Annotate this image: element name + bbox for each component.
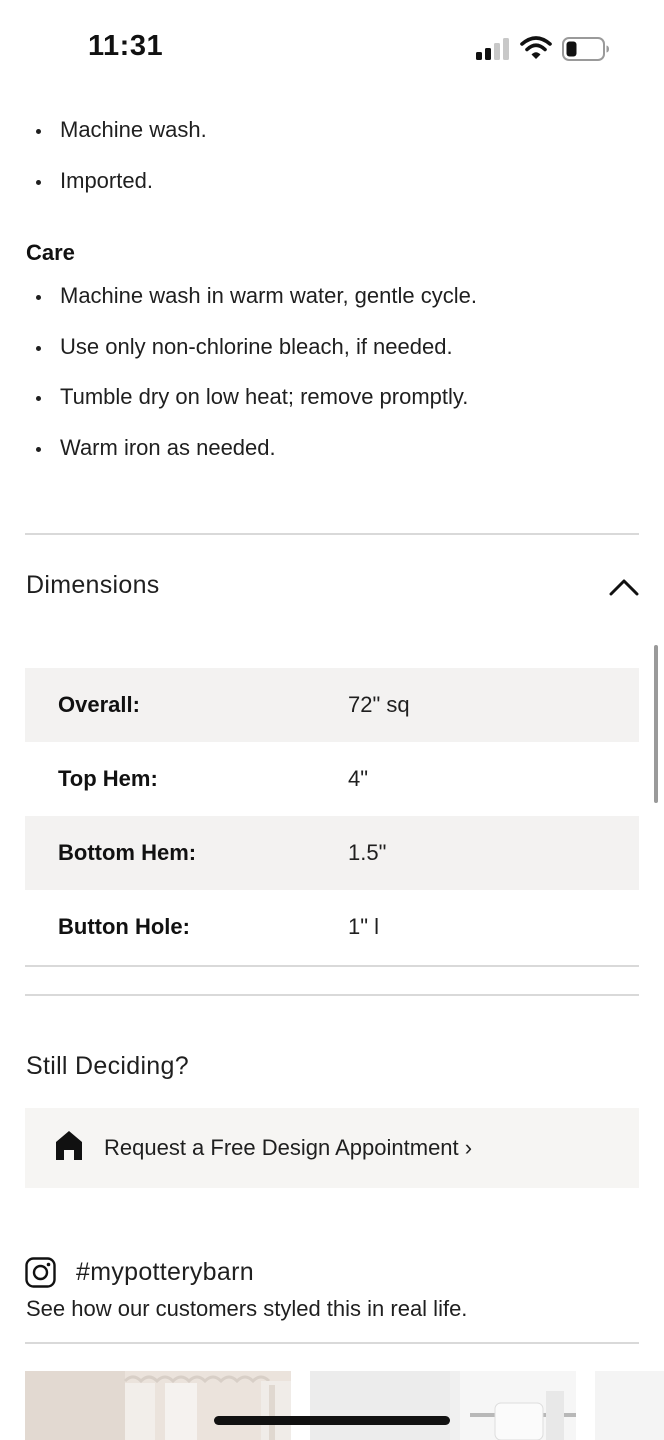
table-divider	[25, 965, 639, 967]
bullet-dot	[36, 396, 41, 401]
dimension-value: 1" l	[348, 914, 380, 939]
instagram-hashtag[interactable]: #mypotterybarn	[76, 1258, 254, 1287]
chevron-up-icon[interactable]	[608, 574, 640, 598]
bullet-dot	[36, 447, 41, 452]
dimension-label: Bottom Hem:	[58, 840, 197, 865]
instagram-subtitle: See how our customers styled this in rea…	[26, 1296, 468, 1321]
battery-icon	[562, 37, 609, 61]
bullet-dot	[36, 129, 41, 134]
list-item-text: Machine wash in warm water, gentle cycle…	[60, 283, 477, 308]
section-divider	[25, 1342, 639, 1344]
list-item-text: Machine wash.	[60, 117, 207, 142]
bathroom-photo	[310, 1371, 576, 1440]
list-item: Tumble dry on low heat; remove promptly.	[26, 384, 468, 410]
bullet-dot	[36, 180, 41, 185]
table-row: Overall: 72" sq	[25, 668, 639, 742]
status-time: 11:31	[88, 30, 164, 62]
dimension-label: Top Hem:	[58, 766, 158, 791]
list-item-text: Use only non-chlorine bleach, if needed.	[60, 334, 453, 359]
customer-photo-thumbnail[interactable]	[25, 1371, 291, 1440]
signal-icon	[476, 38, 509, 60]
list-item: Imported.	[26, 168, 153, 194]
table-row: Bottom Hem: 1.5"	[25, 816, 639, 890]
customer-photo-thumbnail[interactable]	[595, 1371, 664, 1440]
customer-photo-thumbnail[interactable]	[310, 1371, 576, 1440]
table-row: Top Hem: 4"	[25, 742, 639, 816]
still-deciding-title: Still Deciding?	[26, 1052, 189, 1080]
home-indicator[interactable]	[214, 1416, 450, 1425]
dimension-value: 1.5"	[348, 840, 387, 865]
shower-curtain-photo	[25, 1371, 291, 1440]
care-heading: Care	[26, 240, 75, 265]
table-row: Button Hole: 1" l	[25, 890, 639, 964]
dimension-label: Overall:	[58, 692, 140, 717]
list-item-text: Warm iron as needed.	[60, 435, 276, 460]
section-divider	[25, 533, 639, 535]
list-item: Machine wash in warm water, gentle cycle…	[26, 283, 477, 309]
wifi-icon	[520, 36, 552, 59]
list-item-text: Tumble dry on low heat; remove promptly.	[60, 384, 469, 409]
scrollbar[interactable]	[654, 645, 658, 803]
bullet-dot	[36, 346, 41, 351]
list-item: Machine wash.	[26, 117, 207, 143]
dimension-value: 72" sq	[348, 692, 410, 717]
design-appointment-button[interactable]: Request a Free Design Appointment ›	[25, 1108, 639, 1188]
instagram-icon	[25, 1257, 56, 1288]
dimension-value: 4"	[348, 766, 369, 791]
design-appointment-link[interactable]: Request a Free Design Appointment ›	[104, 1108, 472, 1188]
list-item: Use only non-chlorine bleach, if needed.	[26, 334, 453, 360]
house-icon	[56, 1131, 82, 1160]
bullet-dot	[36, 295, 41, 300]
section-divider	[25, 994, 639, 996]
list-item-text: Imported.	[60, 168, 153, 193]
list-item: Warm iron as needed.	[26, 435, 276, 461]
dimension-label: Button Hole:	[58, 914, 190, 939]
dimensions-toggle[interactable]: Dimensions	[26, 571, 160, 600]
